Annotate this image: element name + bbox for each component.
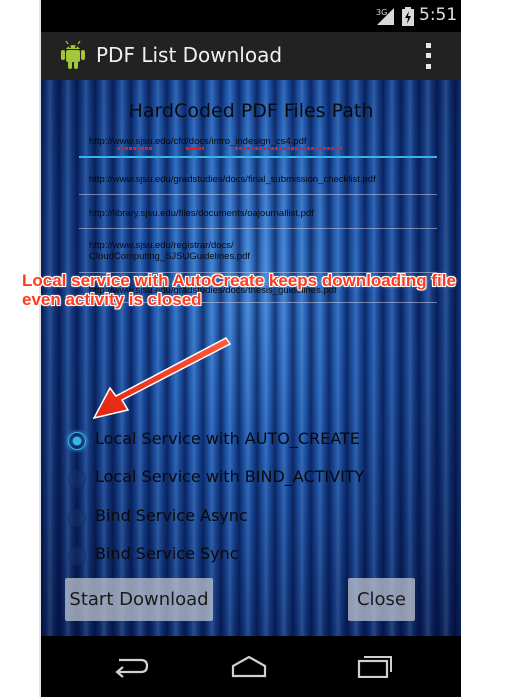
radio-bind-activity[interactable]: Local Service with BIND_ACTIVITY [68, 466, 368, 492]
network-label: 3G [376, 8, 387, 17]
action-bar: PDF List Download [41, 32, 461, 80]
radio-auto-create[interactable]: Local Service with AUTO_CREATE [68, 428, 368, 454]
start-download-button[interactable]: Start Download [65, 578, 213, 621]
spellcheck-mark [117, 147, 153, 150]
overflow-menu-icon[interactable] [417, 40, 439, 72]
annotation-text: Local service with AutoCreate keeps down… [22, 271, 492, 309]
path-text-2: http://www.sjsu.edu/gradstudies/docs/fin… [89, 174, 376, 185]
radio-label: Bind Service Async [95, 506, 248, 525]
radio-button[interactable] [68, 547, 86, 565]
home-icon[interactable] [228, 654, 270, 678]
path-text-4b: CloudComputing_SJSUGuidelines.pdf [89, 251, 251, 262]
path-field-2[interactable]: http://www.sjsu.edu/gradstudies/docs/fin… [79, 172, 437, 195]
radio-bind-async[interactable]: Bind Service Async [68, 505, 368, 531]
path-field-3[interactable]: http://library.sjsu.edu/files/documents/… [79, 206, 437, 229]
radio-button-checked[interactable] [68, 432, 86, 450]
annotation-arrow-icon [92, 337, 232, 420]
radio-label: Bind Service Sync [95, 544, 239, 563]
status-time: 5:51 [419, 5, 458, 25]
back-icon[interactable] [109, 654, 151, 678]
signal-icon: 3G [376, 8, 394, 25]
app-title: PDF List Download [96, 43, 283, 67]
radio-button[interactable] [68, 509, 86, 527]
spellcheck-mark [186, 147, 204, 150]
page-heading: HardCoded PDF Files Path [128, 100, 374, 122]
navigation-bar [41, 636, 461, 697]
radio-label: Local Service with AUTO_CREATE [95, 429, 360, 448]
close-button[interactable]: Close [348, 578, 415, 621]
recents-icon[interactable] [353, 654, 395, 678]
path-field-4[interactable]: http://www.sjsu.edu/registrar/docs/ Clou… [79, 238, 437, 273]
path-text-3: http://library.sjsu.edu/files/documents/… [89, 208, 314, 219]
annotation-line-2: even activity is closed [22, 290, 202, 309]
screenshot-frame: 3G 5:51 PDF List Download HardCoded PDF … [0, 0, 515, 697]
android-icon [61, 41, 85, 69]
radio-label: Local Service with BIND_ACTIVITY [95, 467, 365, 486]
radio-bind-sync[interactable]: Bind Service Sync [68, 543, 368, 569]
radio-button[interactable] [68, 470, 86, 488]
path-field-1[interactable]: http://www.sjsu.edu/cfd/docs/intro_indes… [79, 134, 437, 158]
annotation-line-1: Local service with AutoCreate keeps down… [22, 271, 456, 290]
status-bar: 3G 5:51 [41, 0, 461, 32]
spellcheck-mark [235, 147, 343, 150]
battery-icon [402, 7, 414, 26]
